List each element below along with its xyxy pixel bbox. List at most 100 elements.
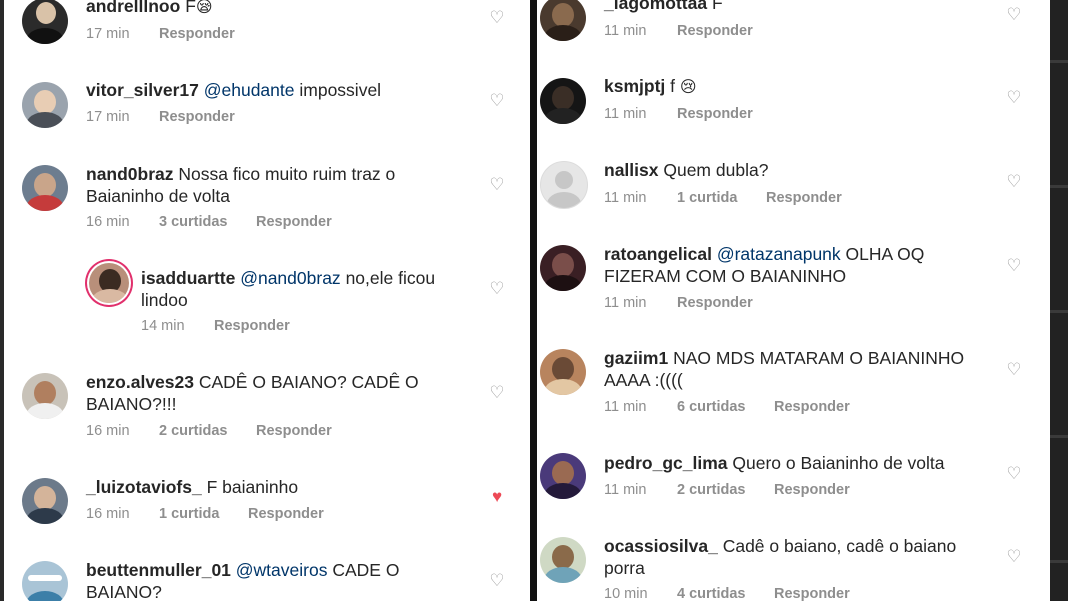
heart-icon[interactable]: ♡ [488,9,506,27]
reply-button[interactable]: Responder [766,190,842,206]
avatar[interactable] [22,0,68,44]
avatar[interactable] [22,165,68,211]
comment-text-line2: lindoo [141,290,188,310]
comment-username[interactable]: nallisx [604,160,658,180]
comment-text-line2: BAIANO? [86,582,162,601]
heart-icon[interactable]: ♡ [1005,465,1023,483]
comment-username[interactable]: vitor_silver17 [86,80,199,100]
comment-text-line2: Baianinho de volta [86,186,230,206]
heart-icon[interactable]: ♡ [488,572,506,590]
reply-button[interactable]: Responder [214,318,290,334]
comment-time: 11 min [604,399,647,415]
comments-panel-left: andrelllnoo F😪 17 min Responder ♡ vitor_s… [4,0,530,601]
heart-icon[interactable]: ♡ [488,280,506,298]
reply-button[interactable]: Responder [677,295,753,311]
reply-button[interactable]: Responder [256,423,332,439]
comment-username[interactable]: ksmjptj [604,76,665,96]
heart-filled-icon[interactable]: ♥ [488,488,506,506]
comment-username[interactable]: ratoangelical [604,244,712,264]
comment-time: 17 min [86,26,130,42]
avatar[interactable] [22,478,68,524]
comment-text: impossivel [299,80,382,100]
avatar[interactable] [540,0,586,41]
comment-text: CADE O [332,560,400,580]
comment-username[interactable]: isadduartte [141,268,235,288]
comment-username[interactable]: _iagomottaa [604,0,707,13]
likes-count[interactable]: 1 curtida [159,506,248,522]
comment-username[interactable]: enzo.alves23 [86,372,194,392]
avatar[interactable] [540,537,586,583]
avatar[interactable] [540,349,586,395]
comment-time: 14 min [141,318,185,334]
comment-text: NAO MDS MATARAM O BAIANINHO [673,348,965,368]
reply-button[interactable]: Responder [256,214,332,230]
likes-count[interactable]: 3 curtidas [159,214,256,230]
heart-icon[interactable]: ♡ [1005,361,1023,379]
comment-username[interactable]: _luizotaviofs_ [86,477,202,497]
comment-time: 10 min [604,586,648,601]
likes-count[interactable]: 1 curtida [677,190,766,206]
comment-username[interactable]: beuttenmuller_01 [86,560,231,580]
comment-text: Nossa fico muito ruim traz o [178,164,396,184]
reply-button[interactable]: Responder [774,586,850,601]
avatar[interactable] [89,263,129,303]
heart-icon[interactable]: ♡ [1005,548,1023,566]
comment-text-line2: porra [604,558,645,578]
heart-icon[interactable]: ♡ [1005,257,1023,275]
comment-username[interactable]: ocassiosilva_ [604,536,718,556]
comment-time: 16 min [86,214,130,230]
mention-link[interactable]: @ratazanapunk [717,244,841,264]
heart-icon[interactable]: ♡ [488,384,506,402]
heart-icon[interactable]: ♡ [1005,173,1023,191]
heart-icon[interactable]: ♡ [1005,6,1023,24]
heart-icon[interactable]: ♡ [488,92,506,110]
comment-text: Quem dubla? [663,160,769,180]
comment-text-line2: FIZERAM COM O BAIANINHO [604,266,847,286]
avatar[interactable] [540,78,586,124]
likes-count[interactable]: 6 curtidas [677,399,774,415]
avatar[interactable] [22,373,68,419]
comment-time: 11 min [604,295,647,311]
avatar[interactable] [540,245,586,291]
comment-time: 11 min [604,190,647,206]
avatar[interactable] [22,82,68,128]
comment-username[interactable]: pedro_gc_lima [604,453,728,473]
comments-panel-right: _iagomottaa F 11 min Responder ♡ ksmjptj … [537,0,1050,601]
comment-text: Cadê o baiano, cadê o baiano [722,536,957,556]
mention-link[interactable]: @ehudante [204,80,295,100]
crying-face-icon: 😢 [679,79,697,96]
comment-text: F [185,0,196,16]
likes-count[interactable]: 2 curtidas [159,423,256,439]
mention-link[interactable]: @nand0braz [240,268,340,288]
reply-button[interactable]: Responder [159,26,235,42]
comment-username[interactable]: nand0braz [86,164,174,184]
comment-time: 11 min [604,23,647,39]
comment-text: CADÊ O BAIANO? CADÊ O [198,372,419,392]
comment-username[interactable]: andrelllnoo [86,0,180,16]
reply-button[interactable]: Responder [677,23,753,39]
comment-text-line2: BAIANO?!!! [86,394,177,414]
comment-time: 17 min [86,109,130,125]
window-edge [1050,0,1068,601]
mention-link[interactable]: @wtaveiros [236,560,328,580]
comment-time: 16 min [86,423,130,439]
avatar[interactable] [540,453,586,499]
comment-time: 11 min [604,482,647,498]
comment-text-line2: AAAA :(((( [604,370,683,390]
heart-icon[interactable]: ♡ [488,176,506,194]
comment-text: F [711,0,723,13]
comment-text: Quero o Baianinho de volta [732,453,945,473]
avatar[interactable] [540,161,588,209]
likes-count[interactable]: 2 curtidas [677,482,774,498]
reply-button[interactable]: Responder [677,106,753,122]
comment-time: 16 min [86,506,130,522]
likes-count[interactable]: 4 curtidas [677,586,774,601]
comment-time: 11 min [604,106,647,122]
reply-button[interactable]: Responder [248,506,324,522]
reply-button[interactable]: Responder [774,399,850,415]
comment-username[interactable]: gaziim1 [604,348,668,368]
reply-button[interactable]: Responder [774,482,850,498]
reply-button[interactable]: Responder [159,109,235,125]
heart-icon[interactable]: ♡ [1005,89,1023,107]
avatar[interactable] [22,561,68,601]
